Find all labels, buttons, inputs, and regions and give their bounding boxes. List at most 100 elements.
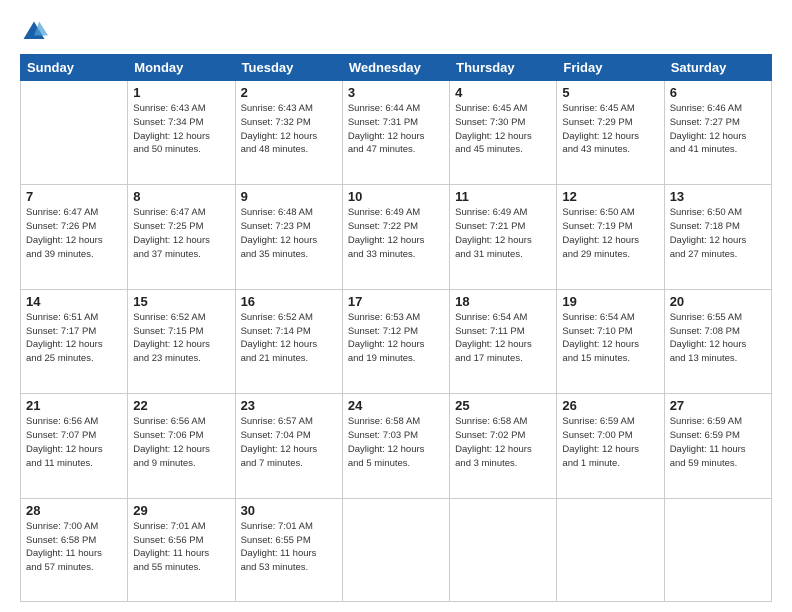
- calendar-cell: 14Sunrise: 6:51 AM Sunset: 7:17 PM Dayli…: [21, 289, 128, 393]
- calendar-cell: 6 Sunrise: 6:46 AM Sunset: 7:27 PM Daylig…: [664, 81, 771, 185]
- day-info: Sunrise: 6:43 AM Sunset: 7:34 PM Dayligh…: [133, 102, 229, 157]
- calendar-cell: 23 Sunrise: 6:57 AM Sunset: 7:04 PM Dayli…: [235, 394, 342, 498]
- calendar-cell: 27 Sunrise: 6:59 AM Sunset: 6:59 PM Dayli…: [664, 394, 771, 498]
- day-info: Sunrise: 6:53 AM Sunset: 7:12 PM Dayligh…: [348, 311, 444, 366]
- day-info: Sunrise: 6:54 AM Sunset: 7:11 PM Dayligh…: [455, 311, 551, 366]
- day-number: 30: [241, 503, 337, 518]
- calendar-cell: 3 Sunrise: 6:44 AM Sunset: 7:31 PM Daylig…: [342, 81, 449, 185]
- calendar-cell: [557, 498, 664, 601]
- day-info: Sunrise: 6:50 AM Sunset: 7:18 PM Dayligh…: [670, 206, 766, 261]
- calendar-cell: 30 Sunrise: 7:01 AM Sunset: 6:55 PM Dayli…: [235, 498, 342, 601]
- calendar-cell: 22Sunrise: 6:56 AM Sunset: 7:06 PM Dayli…: [128, 394, 235, 498]
- calendar-cell: 1 Sunrise: 6:43 AM Sunset: 7:34 PM Daylig…: [128, 81, 235, 185]
- day-number: 8: [133, 189, 229, 204]
- calendar-week-row: 1 Sunrise: 6:43 AM Sunset: 7:34 PM Daylig…: [21, 81, 772, 185]
- day-number: 21: [26, 398, 122, 413]
- day-number: 5: [562, 85, 658, 100]
- day-info: Sunrise: 6:47 AM Sunset: 7:26 PM Dayligh…: [26, 206, 122, 261]
- day-number: 13: [670, 189, 766, 204]
- page: SundayMondayTuesdayWednesdayThursdayFrid…: [0, 0, 792, 612]
- day-info: Sunrise: 6:56 AM Sunset: 7:07 PM Dayligh…: [26, 415, 122, 470]
- calendar-cell: 21 Sunrise: 6:56 AM Sunset: 7:07 PM Dayli…: [21, 394, 128, 498]
- day-number: 19: [562, 294, 658, 309]
- day-info: Sunrise: 7:01 AM Sunset: 6:55 PM Dayligh…: [241, 520, 337, 575]
- calendar-cell: 5 Sunrise: 6:45 AM Sunset: 7:29 PM Daylig…: [557, 81, 664, 185]
- day-info: Sunrise: 6:58 AM Sunset: 7:02 PM Dayligh…: [455, 415, 551, 470]
- calendar-cell: 28 Sunrise: 7:00 AM Sunset: 6:58 PM Dayli…: [21, 498, 128, 601]
- calendar-cell: [450, 498, 557, 601]
- calendar-cell: 24 Sunrise: 6:58 AM Sunset: 7:03 PM Dayli…: [342, 394, 449, 498]
- calendar-cell: 16Sunrise: 6:52 AM Sunset: 7:14 PM Dayli…: [235, 289, 342, 393]
- calendar-cell: 18 Sunrise: 6:54 AM Sunset: 7:11 PM Dayli…: [450, 289, 557, 393]
- day-info: Sunrise: 6:54 AM Sunset: 7:10 PM Dayligh…: [562, 311, 658, 366]
- day-info: Sunrise: 6:46 AM Sunset: 7:27 PM Dayligh…: [670, 102, 766, 157]
- day-number: 22: [133, 398, 229, 413]
- day-info: Sunrise: 7:00 AM Sunset: 6:58 PM Dayligh…: [26, 520, 122, 575]
- calendar-cell: [21, 81, 128, 185]
- day-number: 16: [241, 294, 337, 309]
- calendar-header-row: SundayMondayTuesdayWednesdayThursdayFrid…: [21, 55, 772, 81]
- calendar-cell: 9Sunrise: 6:48 AM Sunset: 7:23 PM Daylig…: [235, 185, 342, 289]
- day-info: Sunrise: 6:45 AM Sunset: 7:30 PM Dayligh…: [455, 102, 551, 157]
- day-number: 3: [348, 85, 444, 100]
- day-number: 27: [670, 398, 766, 413]
- calendar-cell: 26Sunrise: 6:59 AM Sunset: 7:00 PM Dayli…: [557, 394, 664, 498]
- calendar-cell: 17 Sunrise: 6:53 AM Sunset: 7:12 PM Dayli…: [342, 289, 449, 393]
- day-info: Sunrise: 6:49 AM Sunset: 7:21 PM Dayligh…: [455, 206, 551, 261]
- calendar-cell: 8 Sunrise: 6:47 AM Sunset: 7:25 PM Daylig…: [128, 185, 235, 289]
- col-header-wednesday: Wednesday: [342, 55, 449, 81]
- day-number: 20: [670, 294, 766, 309]
- day-number: 29: [133, 503, 229, 518]
- col-header-monday: Monday: [128, 55, 235, 81]
- day-number: 24: [348, 398, 444, 413]
- calendar-cell: 25 Sunrise: 6:58 AM Sunset: 7:02 PM Dayli…: [450, 394, 557, 498]
- day-number: 15: [133, 294, 229, 309]
- day-number: 23: [241, 398, 337, 413]
- calendar-cell: 13 Sunrise: 6:50 AM Sunset: 7:18 PM Dayli…: [664, 185, 771, 289]
- calendar-cell: 11 Sunrise: 6:49 AM Sunset: 7:21 PM Dayli…: [450, 185, 557, 289]
- day-number: 18: [455, 294, 551, 309]
- day-info: Sunrise: 6:44 AM Sunset: 7:31 PM Dayligh…: [348, 102, 444, 157]
- calendar-cell: 15 Sunrise: 6:52 AM Sunset: 7:15 PM Dayli…: [128, 289, 235, 393]
- day-number: 17: [348, 294, 444, 309]
- calendar-cell: 29 Sunrise: 7:01 AM Sunset: 6:56 PM Dayli…: [128, 498, 235, 601]
- day-info: Sunrise: 6:57 AM Sunset: 7:04 PM Dayligh…: [241, 415, 337, 470]
- calendar-cell: 4 Sunrise: 6:45 AM Sunset: 7:30 PM Daylig…: [450, 81, 557, 185]
- day-info: Sunrise: 6:51 AM Sunset: 7:17 PM Dayligh…: [26, 311, 122, 366]
- col-header-thursday: Thursday: [450, 55, 557, 81]
- day-number: 10: [348, 189, 444, 204]
- day-number: 6: [670, 85, 766, 100]
- calendar-cell: [342, 498, 449, 601]
- day-info: Sunrise: 6:47 AM Sunset: 7:25 PM Dayligh…: [133, 206, 229, 261]
- col-header-sunday: Sunday: [21, 55, 128, 81]
- calendar-cell: [664, 498, 771, 601]
- day-info: Sunrise: 6:45 AM Sunset: 7:29 PM Dayligh…: [562, 102, 658, 157]
- day-number: 11: [455, 189, 551, 204]
- day-info: Sunrise: 6:52 AM Sunset: 7:15 PM Dayligh…: [133, 311, 229, 366]
- calendar-week-row: 14Sunrise: 6:51 AM Sunset: 7:17 PM Dayli…: [21, 289, 772, 393]
- calendar-cell: 10 Sunrise: 6:49 AM Sunset: 7:22 PM Dayli…: [342, 185, 449, 289]
- calendar-cell: 12Sunrise: 6:50 AM Sunset: 7:19 PM Dayli…: [557, 185, 664, 289]
- day-number: 7: [26, 189, 122, 204]
- header: [20, 18, 772, 46]
- calendar-week-row: 21 Sunrise: 6:56 AM Sunset: 7:07 PM Dayli…: [21, 394, 772, 498]
- day-info: Sunrise: 7:01 AM Sunset: 6:56 PM Dayligh…: [133, 520, 229, 575]
- day-number: 25: [455, 398, 551, 413]
- calendar-cell: 2Sunrise: 6:43 AM Sunset: 7:32 PM Daylig…: [235, 81, 342, 185]
- col-header-saturday: Saturday: [664, 55, 771, 81]
- day-info: Sunrise: 6:48 AM Sunset: 7:23 PM Dayligh…: [241, 206, 337, 261]
- day-number: 28: [26, 503, 122, 518]
- calendar-week-row: 7 Sunrise: 6:47 AM Sunset: 7:26 PM Daylig…: [21, 185, 772, 289]
- calendar-cell: 7 Sunrise: 6:47 AM Sunset: 7:26 PM Daylig…: [21, 185, 128, 289]
- day-info: Sunrise: 6:59 AM Sunset: 6:59 PM Dayligh…: [670, 415, 766, 470]
- col-header-friday: Friday: [557, 55, 664, 81]
- day-number: 2: [241, 85, 337, 100]
- day-number: 4: [455, 85, 551, 100]
- calendar-cell: 19 Sunrise: 6:54 AM Sunset: 7:10 PM Dayli…: [557, 289, 664, 393]
- calendar-week-row: 28 Sunrise: 7:00 AM Sunset: 6:58 PM Dayli…: [21, 498, 772, 601]
- day-number: 1: [133, 85, 229, 100]
- day-info: Sunrise: 6:55 AM Sunset: 7:08 PM Dayligh…: [670, 311, 766, 366]
- day-info: Sunrise: 6:50 AM Sunset: 7:19 PM Dayligh…: [562, 206, 658, 261]
- day-info: Sunrise: 6:58 AM Sunset: 7:03 PM Dayligh…: [348, 415, 444, 470]
- day-info: Sunrise: 6:49 AM Sunset: 7:22 PM Dayligh…: [348, 206, 444, 261]
